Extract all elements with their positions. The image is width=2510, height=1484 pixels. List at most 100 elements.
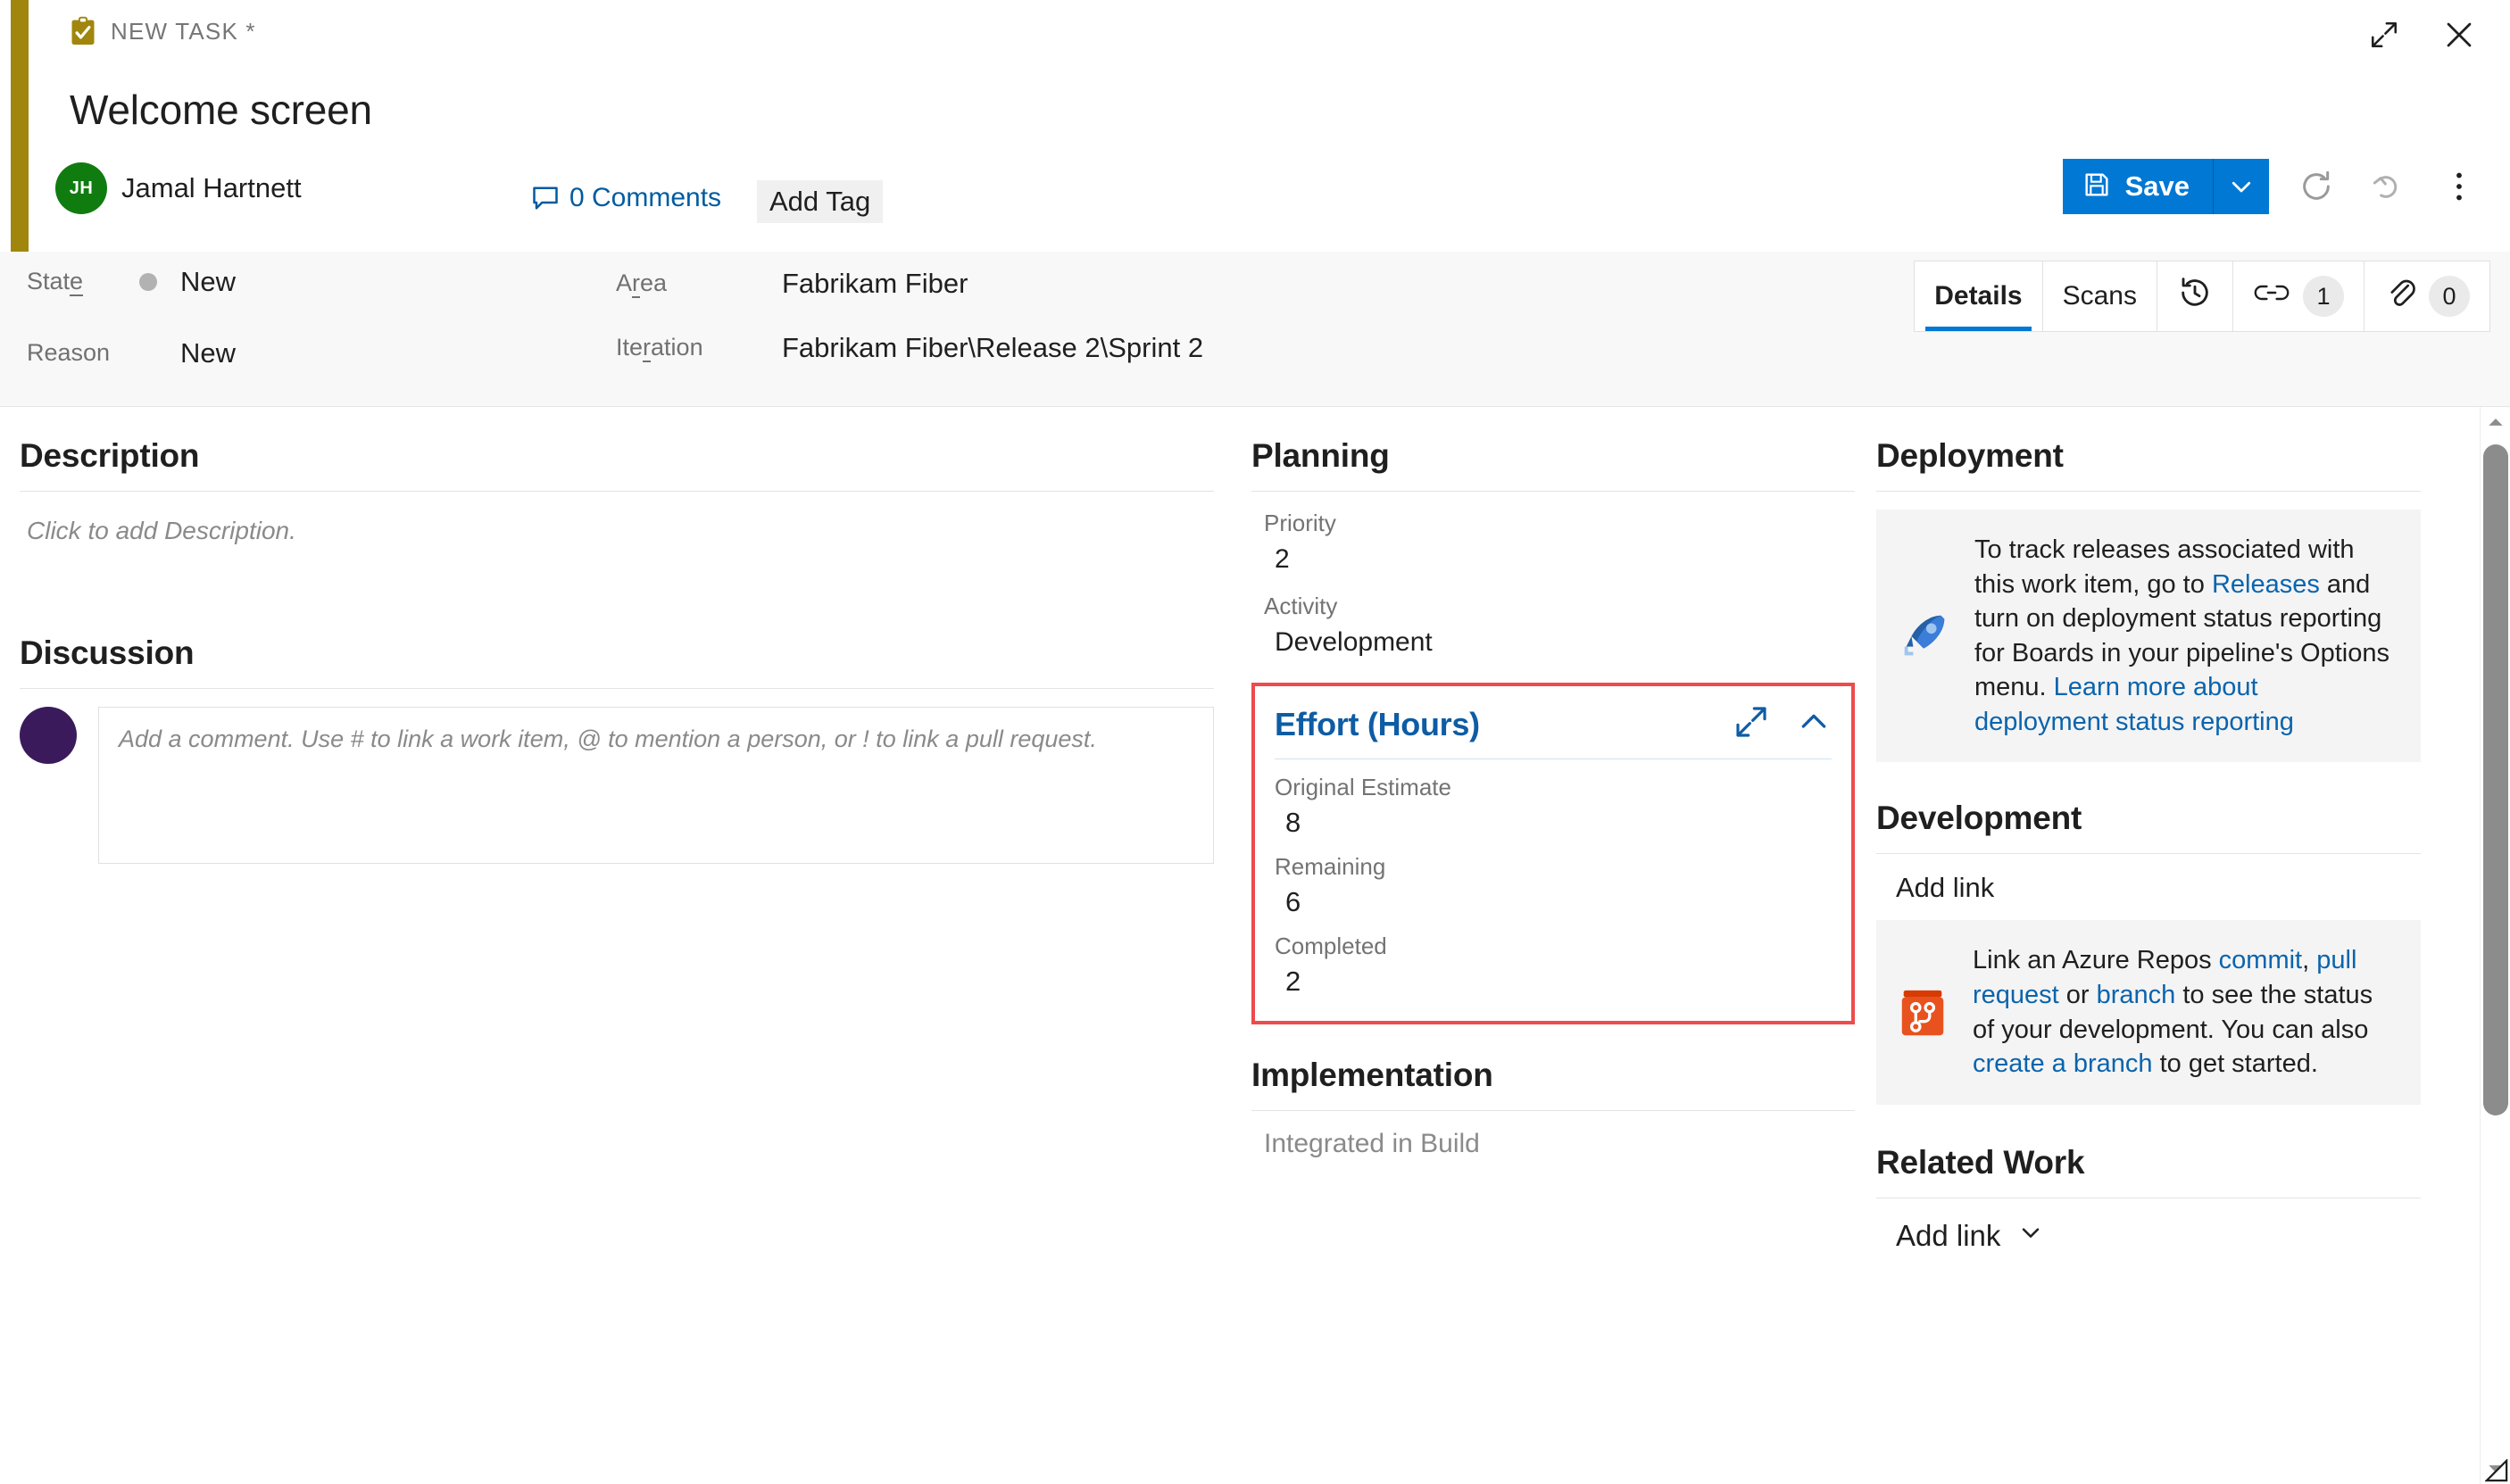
refresh-icon[interactable]	[2292, 162, 2340, 211]
history-icon	[2177, 275, 2213, 318]
tab-attachments-badge: 0	[2429, 276, 2470, 317]
resize-grip-icon[interactable]	[2484, 1458, 2508, 1482]
effort-card-actions	[1733, 704, 1832, 744]
column-right: Deployment To track releases associated …	[1866, 407, 2474, 1484]
field-iteration-label: Iteration	[616, 333, 703, 362]
assignee-name: Jamal Hartnett	[121, 172, 302, 203]
chevron-down-icon	[2016, 1218, 2045, 1254]
attachment-icon	[2384, 276, 2416, 317]
work-item-type-label: NEW TASK *	[111, 17, 256, 45]
avatar	[20, 707, 77, 764]
column-left: Description Click to add Description. Di…	[0, 407, 1241, 1484]
tab-links[interactable]: 1	[2233, 261, 2365, 331]
field-area-label: Area	[616, 269, 668, 298]
tab-scans[interactable]: Scans	[2043, 261, 2157, 331]
comment-input[interactable]: Add a comment. Use # to link a work item…	[98, 707, 1214, 864]
field-area-value: Fabrikam Fiber	[782, 268, 968, 299]
link-icon	[2253, 279, 2290, 313]
description-input[interactable]: Click to add Description.	[20, 510, 1214, 626]
field-state[interactable]: State New	[27, 266, 236, 298]
deployment-info-text: To track releases associated with this w…	[1974, 533, 2394, 739]
work-item-header: NEW TASK * Welcome screen JH Jamal Hartn…	[0, 0, 2510, 252]
avatar: JH	[55, 162, 107, 214]
save-button[interactable]: Save	[2063, 159, 2214, 214]
save-dropdown-chevron-down-icon[interactable]	[2214, 159, 2269, 214]
integrated-in-build-label[interactable]: Integrated in Build	[1264, 1129, 1855, 1159]
field-reason-value: New	[180, 337, 237, 369]
header-action-bar: Save	[2062, 159, 2483, 214]
related-work-add-link-label: Add link	[1896, 1218, 2001, 1252]
priority-value[interactable]: 2	[1264, 544, 1855, 575]
original-estimate-value[interactable]: 8	[1275, 807, 1832, 839]
discussion-compose-row: Add a comment. Use # to link a work item…	[20, 707, 1214, 864]
implementation-fields: Integrated in Build	[1251, 1129, 1855, 1159]
comment-bubble-icon	[532, 186, 559, 211]
field-area[interactable]: Area Fabrikam Fiber	[616, 268, 968, 300]
planning-fields: Priority 2 Activity Development	[1251, 510, 1855, 658]
scrollbar-thumb[interactable]	[2482, 444, 2508, 1115]
more-vertical-icon[interactable]	[2435, 162, 2483, 211]
related-work-section-title: Related Work	[1876, 1143, 2085, 1181]
completed-value[interactable]: 2	[1275, 966, 1832, 998]
field-state-label: State	[27, 267, 84, 296]
activity-value[interactable]: Development	[1264, 627, 1855, 658]
field-iteration[interactable]: Iteration Fabrikam Fiber\Release 2\Sprin…	[616, 332, 1203, 364]
field-iteration-value: Fabrikam Fiber\Release 2\Sprint 2	[782, 332, 1204, 363]
development-section-title: Development	[1876, 800, 2082, 837]
tab-details[interactable]: Details	[1915, 261, 2043, 331]
remaining-value[interactable]: 6	[1275, 886, 1832, 918]
development-info-text: Link an Azure Repos commit, pull request…	[1973, 943, 2394, 1081]
tab-scans-label: Scans	[2062, 281, 2137, 311]
save-disk-icon	[2082, 170, 2111, 203]
deployment-info-box: To track releases associated with this w…	[1876, 510, 2421, 763]
development-text-2: ,	[2302, 946, 2317, 975]
development-add-link-label[interactable]: Add link	[1876, 872, 2421, 904]
related-work-add-link-button[interactable]: Add link	[1876, 1218, 2421, 1254]
assigned-to[interactable]: JH Jamal Hartnett	[55, 162, 302, 214]
deployment-section-title: Deployment	[1876, 437, 2064, 474]
commit-link[interactable]: commit	[2219, 946, 2302, 974]
branch-link[interactable]: branch	[2097, 981, 2176, 1009]
development-text-1: Link an Azure Repos	[1973, 946, 2219, 975]
column-middle: Planning Priority 2 Activity Development…	[1241, 407, 1866, 1484]
planning-section-title: Planning	[1251, 437, 1390, 474]
undo-icon[interactable]	[2364, 162, 2412, 211]
development-divider	[1876, 853, 2421, 855]
effort-hours-card: Effort (Hours) Original Estimate 8 Remai…	[1251, 683, 1855, 1024]
comments-link[interactable]: 0 Comments	[532, 183, 721, 213]
azure-pipelines-rocket-icon	[1896, 609, 1951, 664]
scroll-up-arrow-icon[interactable]	[2481, 407, 2510, 437]
detail-tabs: Details Scans 1 0	[1914, 261, 2490, 332]
work-item-window: NEW TASK * Welcome screen JH Jamal Hartn…	[0, 0, 2510, 1484]
development-text-3: or	[2058, 980, 2097, 1009]
create-a-branch-link[interactable]: create a branch	[1973, 1049, 2153, 1078]
field-summary-strip: State New Reason New Area Fabrikam Fiber…	[0, 252, 2510, 407]
description-divider	[20, 491, 1214, 492]
implementation-section-title: Implementation	[1251, 1057, 1493, 1093]
close-icon[interactable]	[2435, 11, 2483, 59]
implementation-divider	[1251, 1110, 1855, 1111]
deployment-divider	[1876, 491, 2421, 492]
tab-details-label: Details	[1934, 281, 2023, 311]
scrollbar-track[interactable]	[2481, 437, 2510, 1454]
save-split-button: Save	[2062, 159, 2269, 214]
original-estimate-label: Original Estimate	[1275, 774, 1451, 800]
development-text-5: to get started.	[2152, 1049, 2318, 1079]
expand-diagonal-icon[interactable]	[1733, 704, 1769, 744]
tab-history[interactable]	[2157, 261, 2233, 331]
vertical-scrollbar[interactable]	[2480, 407, 2510, 1484]
releases-link[interactable]: Releases	[2212, 570, 2320, 599]
state-dot-icon	[139, 273, 157, 291]
description-section-title: Description	[20, 437, 200, 474]
field-reason[interactable]: Reason New	[27, 337, 236, 369]
add-tag-button[interactable]: Add Tag	[757, 180, 884, 223]
chevron-up-icon[interactable]	[1796, 704, 1832, 744]
effort-section-title: Effort (Hours)	[1275, 705, 1480, 742]
completed-label: Completed	[1275, 933, 1387, 959]
comments-count-label: 0 Comments	[569, 183, 722, 212]
discussion-section-title: Discussion	[20, 634, 195, 671]
tab-attachments[interactable]: 0	[2365, 261, 2489, 331]
page-title[interactable]: Welcome screen	[70, 86, 372, 134]
window-controls	[2360, 11, 2483, 59]
expand-diagonal-icon[interactable]	[2360, 11, 2408, 59]
